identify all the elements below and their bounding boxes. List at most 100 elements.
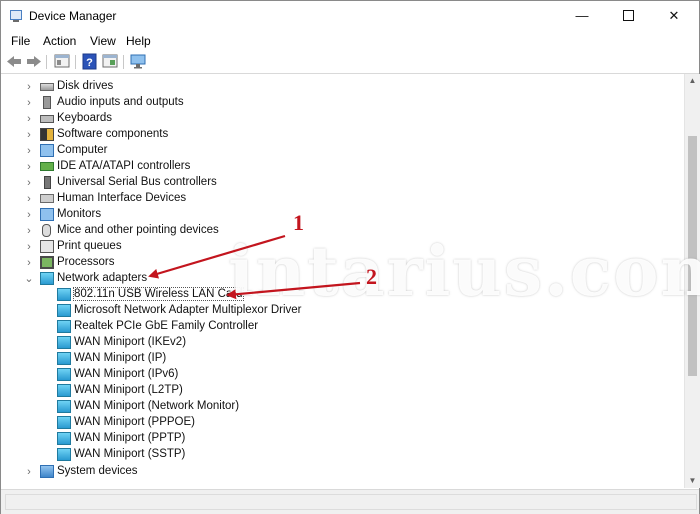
tree-item-processors[interactable]: › Processors [2,255,682,271]
tree-item-label: Audio inputs and outputs [57,96,184,108]
tree-item-label: Microsoft Network Adapter Multiplexor Dr… [74,304,302,316]
usb-icon [44,176,51,189]
chevron-right-icon[interactable]: › [24,256,34,270]
tree-item-label: WAN Miniport (SSTP) [74,448,186,460]
tree-item-hid[interactable]: › Human Interface Devices [2,191,682,207]
speaker-icon [43,96,51,109]
tree-item-software-components[interactable]: › Software components [2,127,682,143]
toolbar-separator [123,55,124,69]
chevron-down-icon[interactable]: ⌄ [24,272,34,286]
network-adapter-icon [57,336,71,349]
chevron-right-icon[interactable]: › [24,96,34,110]
tree-item-label: Network adapters [57,272,148,284]
processor-icon [40,256,54,269]
device-tree[interactable]: › Disk drives › Audio inputs and outputs… [2,74,684,488]
status-panel [5,494,697,510]
close-button[interactable]: ✕ [651,1,697,31]
chevron-right-icon[interactable]: › [24,144,34,158]
menu-bar: File Action View Help [1,31,699,51]
scroll-down-icon[interactable]: ▼ [685,474,700,488]
tree-item-mice[interactable]: › Mice and other pointing devices [2,223,682,239]
chevron-right-icon[interactable]: › [24,160,34,174]
chevron-right-icon[interactable]: › [24,176,34,190]
chevron-right-icon[interactable]: › [24,112,34,126]
tree-item-label: Monitors [57,208,102,220]
tree-item-network-adapter[interactable]: WAN Miniport (IPv6) [2,367,682,383]
tree-item-label: Software components [57,128,169,140]
network-adapter-icon [57,368,71,381]
tree-item-label: WAN Miniport (IPv6) [74,368,179,380]
network-adapter-icon [57,320,71,333]
tree-item-monitors[interactable]: › Monitors [2,207,682,223]
network-adapter-icon [57,448,71,461]
help-icon[interactable]: ? [81,53,99,70]
hid-icon [40,194,54,203]
menu-help[interactable]: Help [126,34,151,48]
tree-item-network-adapter[interactable]: WAN Miniport (L2TP) [2,383,682,399]
tree-item-ide-controllers[interactable]: › IDE ATA/ATAPI controllers [2,159,682,175]
tree-item-network-adapter[interactable]: WAN Miniport (PPTP) [2,431,682,447]
chevron-right-icon[interactable]: › [24,465,34,479]
tree-item-computer[interactable]: › Computer [2,143,682,159]
menu-action[interactable]: Action [43,34,76,48]
menu-file[interactable]: File [11,34,30,48]
chevron-right-icon[interactable]: › [24,192,34,206]
network-adapter-icon [57,304,71,317]
tree-item-print-queues[interactable]: › Print queues [2,239,682,255]
tree-item-network-adapter[interactable]: WAN Miniport (Network Monitor) [2,399,682,415]
tree-item-label: Computer [57,144,108,156]
maximize-icon [622,10,634,22]
vertical-scrollbar[interactable]: ▲ ▼ [684,74,700,488]
network-adapter-icon [57,432,71,445]
tree-item-network-adapter[interactable]: WAN Miniport (IP) [2,351,682,367]
ide-controller-icon [40,162,54,171]
scrollbar-thumb[interactable] [688,136,697,376]
back-arrow-icon[interactable] [5,53,23,70]
tree-item-label: WAN Miniport (PPPOE) [74,416,195,428]
chevron-right-icon[interactable]: › [24,224,34,238]
tree-item-network-adapter[interactable]: WAN Miniport (IKEv2) [2,335,682,351]
tree-item-label: Disk drives [57,80,114,92]
menu-view[interactable]: View [90,34,116,48]
chevron-right-icon[interactable]: › [24,240,34,254]
minimize-button[interactable]: — [559,1,605,31]
device-manager-app-icon [10,10,22,22]
system-devices-icon [40,465,54,478]
tree-item-disk-drives[interactable]: › Disk drives [2,79,682,95]
toolbar: ? [1,51,699,74]
network-adapter-icon [57,384,71,397]
device-manager-window: Device Manager — ✕ File Action View Help… [0,0,700,514]
annotation-marker-1: 1 [293,210,304,235]
chevron-right-icon[interactable]: › [24,80,34,94]
mouse-icon [42,224,51,237]
chevron-right-icon[interactable]: › [24,208,34,222]
svg-text:?: ? [86,57,93,69]
tree-item-network-adapters[interactable]: ⌄ Network adapters [2,271,682,287]
tree-item-usb-controllers[interactable]: › Universal Serial Bus controllers [2,175,682,191]
scan-hardware-icon[interactable] [129,53,147,70]
window-title: Device Manager [29,9,117,23]
tree-item-network-adapter[interactable]: 802.11n USB Wireless LAN Card [2,287,682,303]
tree-item-network-adapter[interactable]: WAN Miniport (PPPOE) [2,415,682,431]
update-driver-icon[interactable] [101,53,119,70]
tree-item-audio[interactable]: › Audio inputs and outputs [2,95,682,111]
maximize-button[interactable] [605,1,651,31]
tree-item-system-devices[interactable]: › System devices [2,464,682,480]
tree-item-label: Processors [57,256,115,268]
tree-item-label: Keyboards [57,112,112,124]
tree-item-network-adapter[interactable]: WAN Miniport (SSTP) [2,447,682,463]
tree-item-label: Human Interface Devices [57,192,187,204]
disk-drive-icon [40,83,54,91]
chevron-right-icon[interactable]: › [24,128,34,142]
scroll-up-icon[interactable]: ▲ [685,74,700,88]
tree-item-label: WAN Miniport (PPTP) [74,432,186,444]
title-bar[interactable]: Device Manager — ✕ [1,1,699,31]
tree-item-keyboards[interactable]: › Keyboards [2,111,682,127]
tree-item-network-adapter[interactable]: Realtek PCIe GbE Family Controller [2,319,682,335]
tree-item-network-adapter[interactable]: Microsoft Network Adapter Multiplexor Dr… [2,303,682,319]
properties-view-icon[interactable] [53,53,71,70]
annotation-marker-2: 2 [366,264,377,289]
software-component-icon [40,128,54,141]
forward-arrow-icon[interactable] [25,53,43,70]
tree-item-label: Realtek PCIe GbE Family Controller [74,320,259,332]
